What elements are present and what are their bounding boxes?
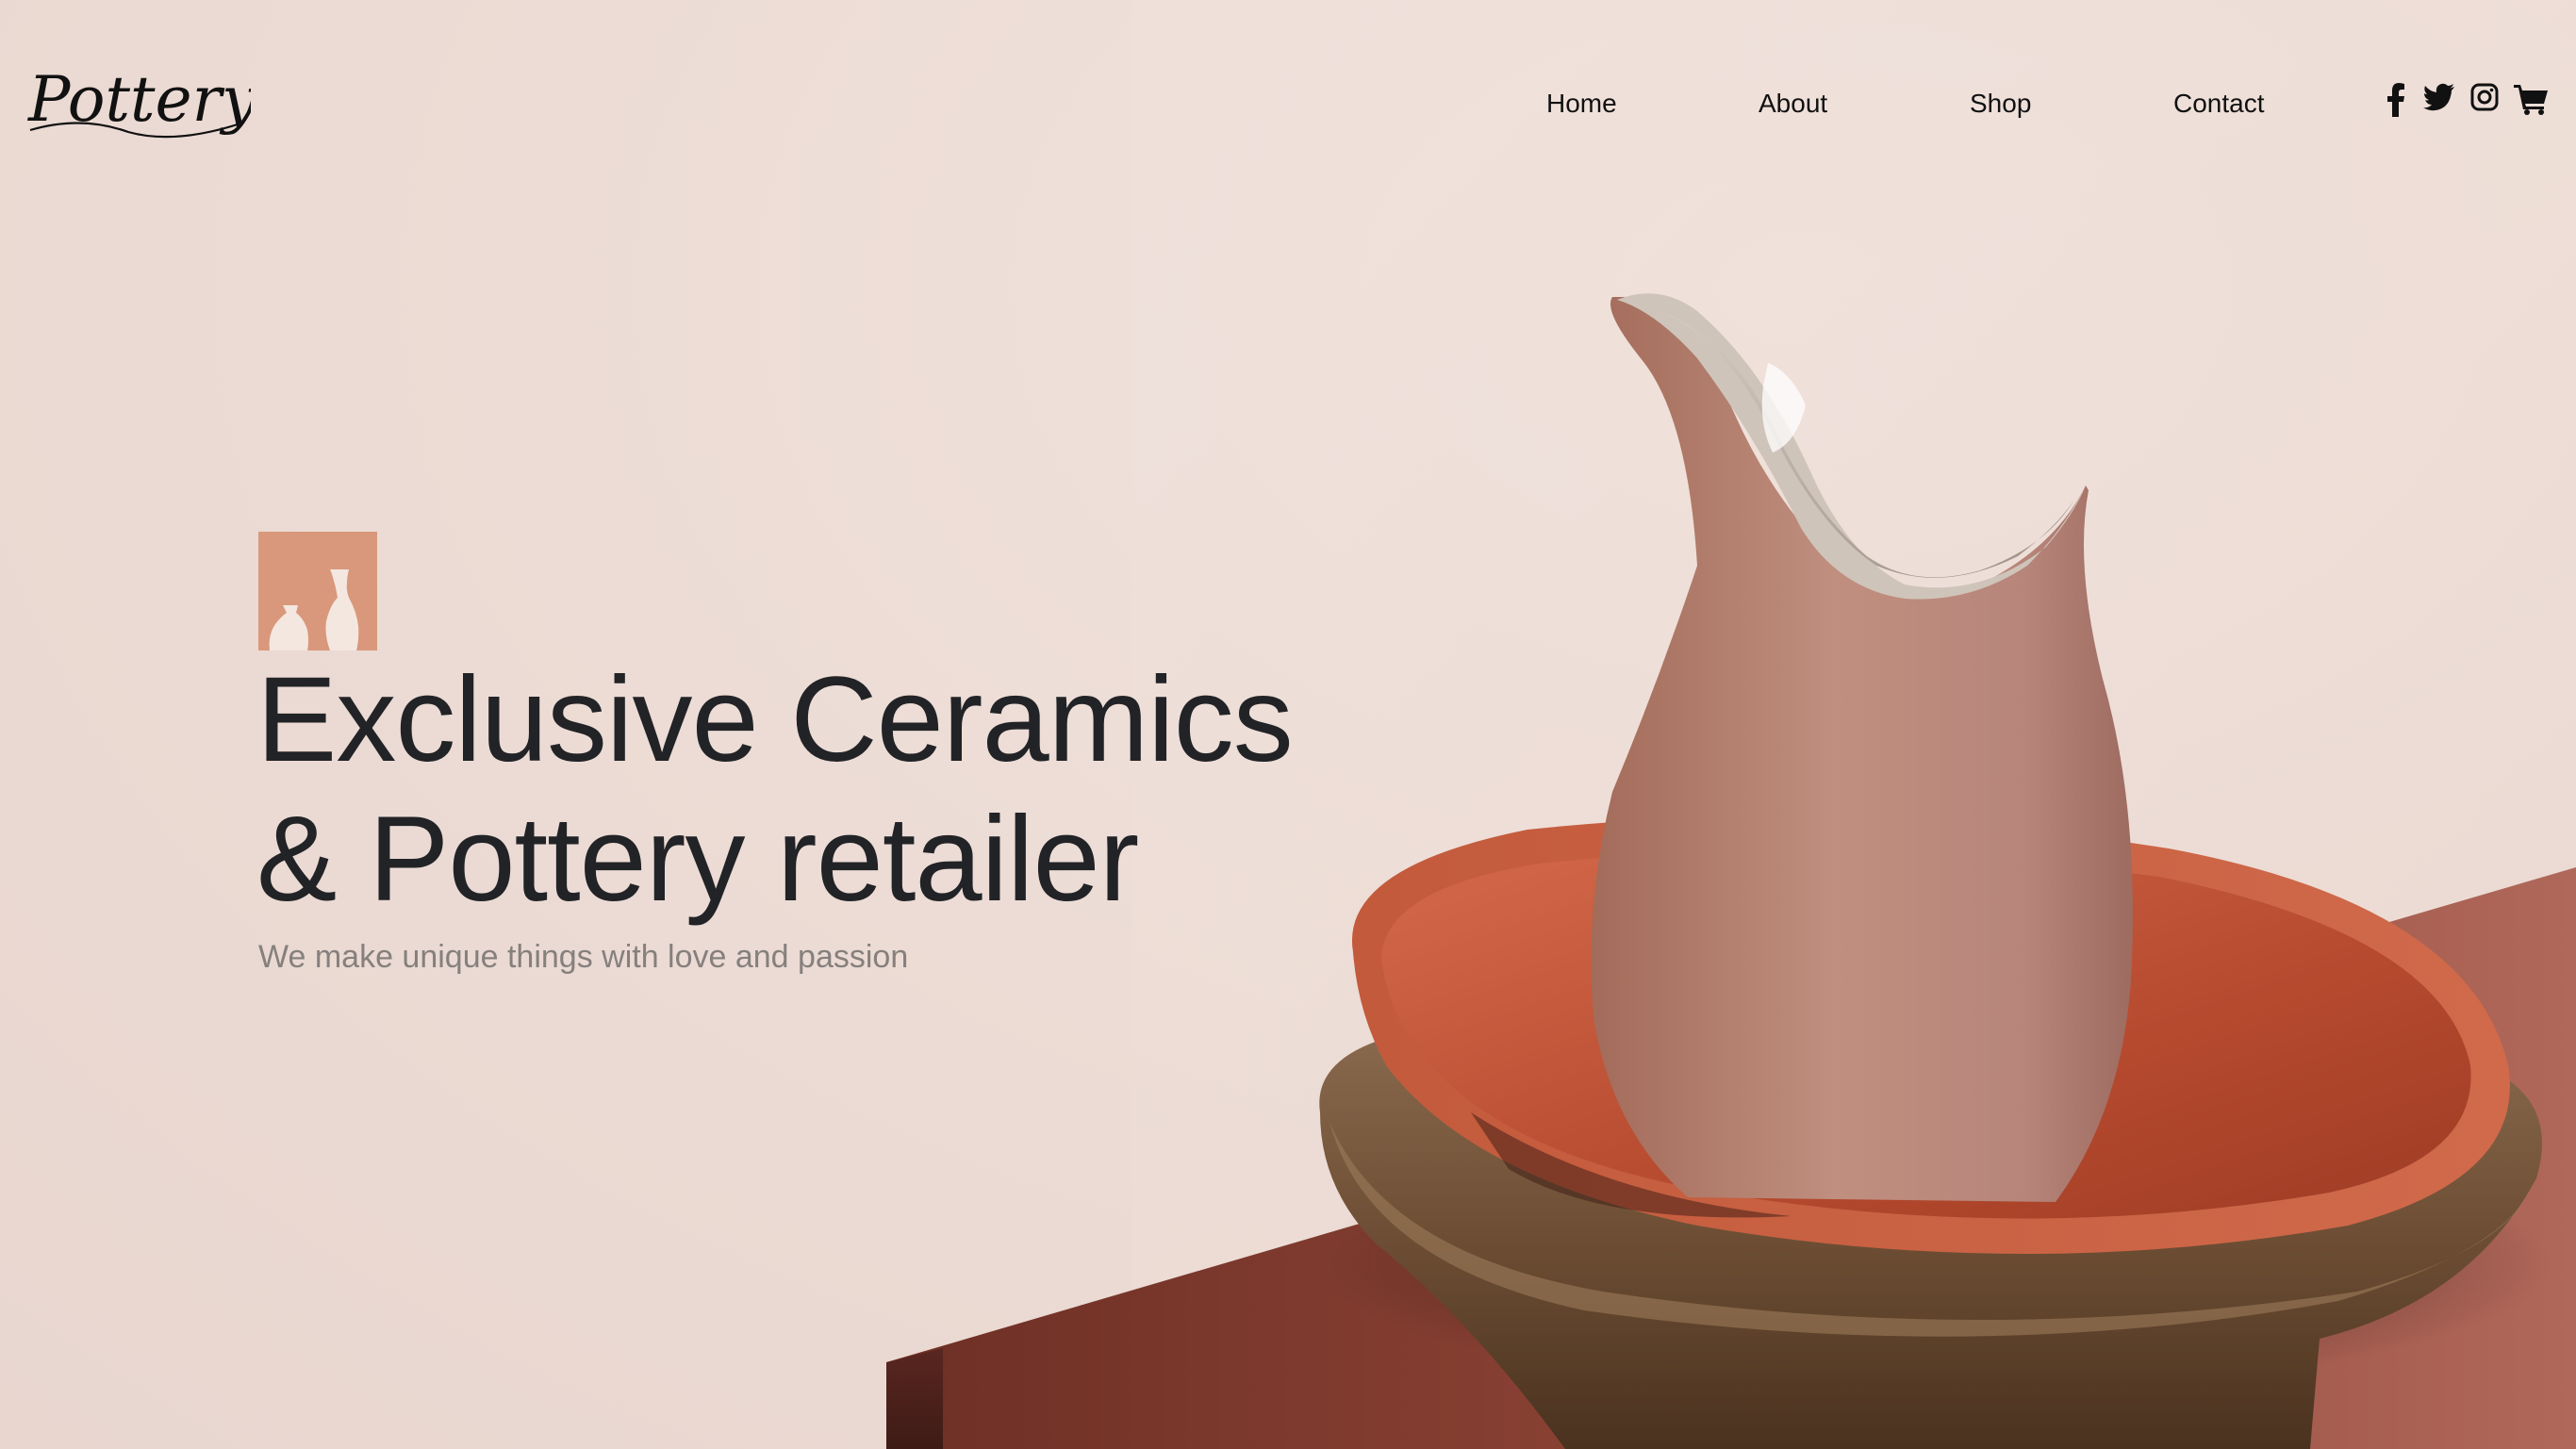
logo[interactable]: Pottery <box>25 55 251 149</box>
hero-title: Exclusive Ceramics & Pottery retailer <box>256 650 1388 930</box>
nav-about[interactable]: About <box>1759 85 1827 123</box>
nav-home[interactable]: Home <box>1546 85 1617 123</box>
nav-shop[interactable]: Shop <box>1970 85 2031 123</box>
vases-icon <box>258 532 377 650</box>
facebook-icon[interactable] <box>2386 83 2406 117</box>
twitter-icon[interactable] <box>2423 83 2455 111</box>
instagram-icon[interactable] <box>2470 83 2499 111</box>
hero-title-line2: & Pottery retailer <box>256 792 1139 927</box>
page: Pottery Home About Shop Contact Exclusiv… <box>0 0 2576 1449</box>
hero-title-line1: Exclusive Ceramics <box>256 652 1294 787</box>
nav-contact[interactable]: Contact <box>2173 85 2265 123</box>
hero-subtitle: We make unique things with love and pass… <box>258 939 909 975</box>
cart-icon[interactable] <box>2514 83 2550 115</box>
